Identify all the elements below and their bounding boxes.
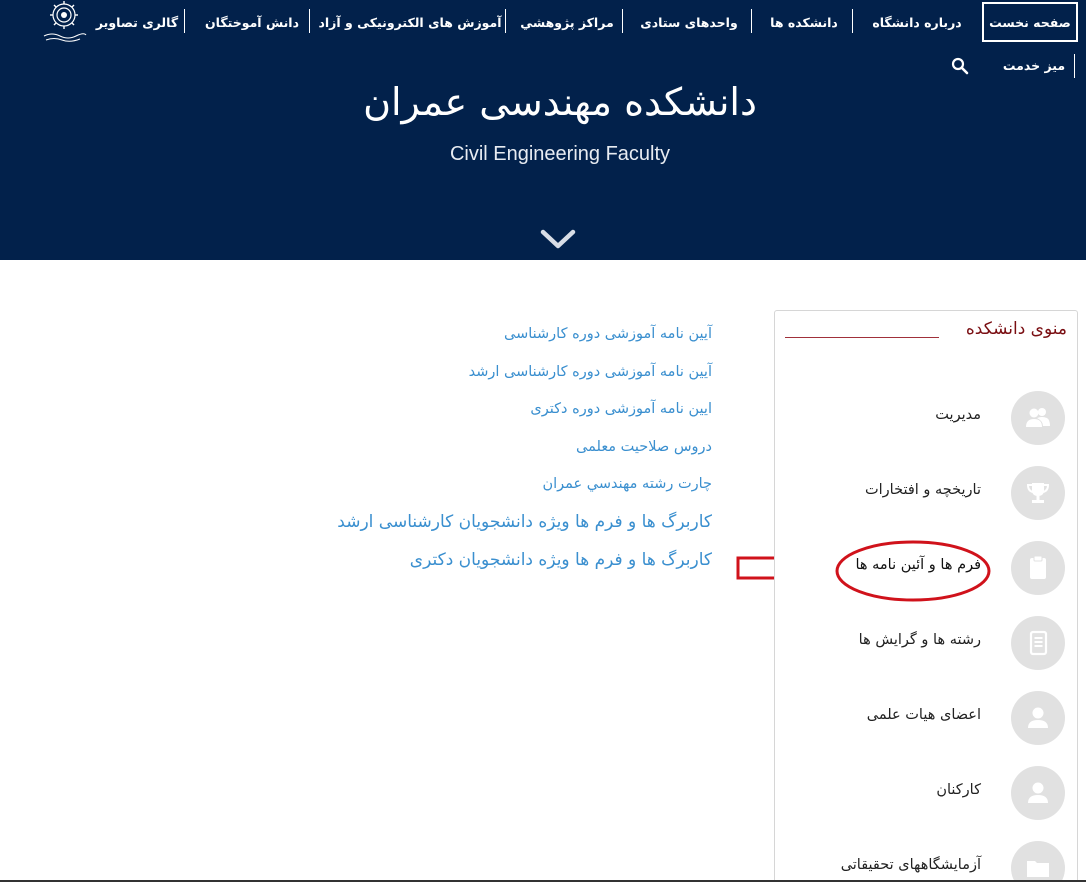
page-subtitle: Civil Engineering Faculty (449, 143, 671, 165)
nav-divider (505, 9, 506, 33)
user-icon (1011, 766, 1065, 820)
link-civil-chart[interactable]: چارت رشته مهندسي عمران (292, 470, 712, 508)
link-teacher-qualification[interactable]: دروس صلاحیت معلمی (292, 433, 712, 471)
sidebar-item-label: تاریخچه و افتخارات (865, 482, 981, 498)
search-icon[interactable] (950, 56, 970, 76)
nav-divider (184, 9, 185, 33)
nav-gallery[interactable]: گالری تصاویر (94, 0, 180, 44)
link-master-forms[interactable]: کاربرگ ها و فرم ها ویژه دانشجویان کارشنا… (292, 508, 712, 546)
sidebar-item-research-labs[interactable]: آزمایشگاههای تحقیقاتی (775, 839, 1077, 882)
nav-e-learning[interactable]: آموزش های الکترونیکی و آزاد (318, 0, 502, 44)
sidebar-item-label: رشته ها و گرایش ها (858, 632, 981, 648)
folder-icon (1011, 841, 1065, 882)
regulations-link-list: آیین نامه آموزشی دوره کارشناسی آیین نامه… (292, 320, 712, 584)
university-logo[interactable] (40, 0, 88, 44)
sidebar-item-management[interactable]: مدیریت (775, 389, 1077, 449)
sidebar-item-majors[interactable]: رشته ها و گرایش ها (775, 614, 1077, 674)
nav-home[interactable]: صفحه نخست (982, 2, 1078, 42)
sidebar-item-label: اعضای هیات علمی (866, 707, 981, 723)
nav-divider (852, 9, 853, 33)
sidebar-item-history[interactable]: تاریخچه و افتخارات (775, 464, 1077, 524)
document-list-icon (1011, 616, 1065, 670)
link-phd-regulations[interactable]: ایین نامه آموزشی دوره دکتری (292, 395, 712, 433)
sidebar-item-staff[interactable]: کارکنان (775, 764, 1077, 824)
sidebar-item-faculty-members[interactable]: اعضای هیات علمی (775, 689, 1077, 749)
site-header: صفحه نخست درباره دانشگاه دانشکده ها واحد… (0, 0, 1086, 260)
nav-divider (622, 9, 623, 33)
annotation-ellipse (835, 540, 991, 602)
nav-divider (751, 9, 752, 33)
nav-admin-units[interactable]: واحدهای ستادی (630, 0, 748, 44)
nav-research-centers[interactable]: مراکز پژوهشي (514, 0, 620, 44)
clipboard-icon (1011, 541, 1065, 595)
trophy-icon (1011, 466, 1065, 520)
link-phd-forms[interactable]: کاربرگ ها و فرم ها ویژه دانشجویان دکتری (292, 546, 712, 584)
sidebar-item-label: آزمایشگاههای تحقیقاتی (840, 857, 981, 873)
link-master-regulations[interactable]: آیین نامه آموزشی دوره کارشناسی ارشد (292, 358, 712, 396)
nav-faculties[interactable]: دانشکده ها (760, 0, 848, 44)
sidebar-item-label: کارکنان (936, 782, 981, 798)
page-title: دانشکده مهندسی عمران (363, 80, 757, 124)
nav-alumni[interactable]: دانش آموختگان (196, 0, 308, 44)
link-bachelor-regulations[interactable]: آیین نامه آموزشی دوره کارشناسی (292, 320, 712, 358)
title-divider (785, 337, 939, 338)
nav-about[interactable]: درباره دانشگاه (862, 0, 972, 44)
chevron-down-icon[interactable] (540, 228, 576, 250)
main-nav: صفحه نخست درباره دانشگاه دانشکده ها واحد… (0, 0, 1086, 44)
faculty-menu-title: منوی دانشکده (965, 319, 1067, 339)
service-desk-link[interactable]: میز خدمت (1002, 52, 1066, 78)
sidebar-item-label: مدیریت (935, 407, 981, 423)
user-icon (1011, 691, 1065, 745)
nav-divider (309, 9, 310, 33)
users-icon (1011, 391, 1065, 445)
nav-divider (1074, 54, 1075, 78)
